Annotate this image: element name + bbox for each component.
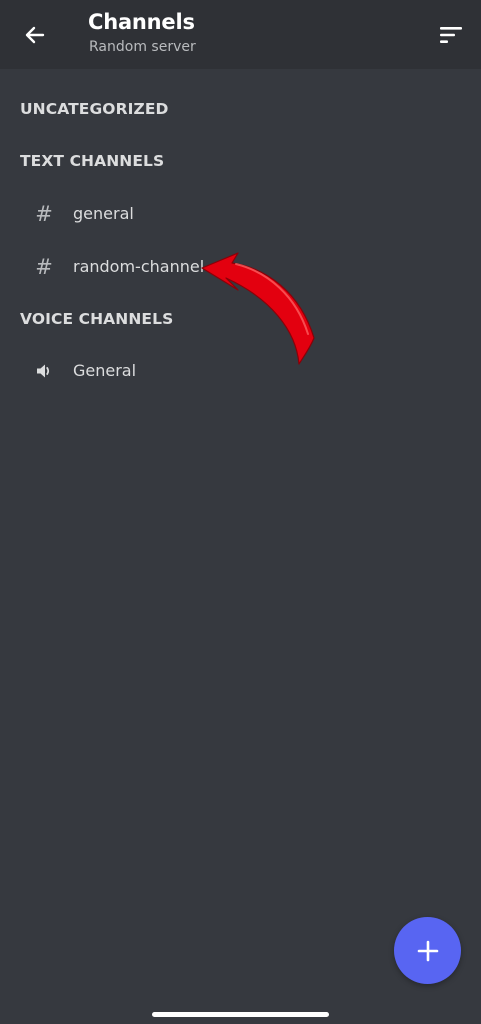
arrow-left-icon — [25, 26, 45, 44]
category-text-channels[interactable]: TEXT CHANNELS — [20, 152, 164, 170]
channel-label: random-channel — [73, 257, 205, 276]
page-title: Channels — [88, 10, 195, 34]
sort-button[interactable] — [434, 18, 468, 52]
hash-icon: # — [35, 255, 53, 279]
app-header: Channels Random server — [0, 0, 481, 69]
create-channel-button[interactable] — [394, 917, 461, 984]
channel-item-general[interactable]: # general — [20, 194, 461, 234]
back-button[interactable] — [18, 18, 52, 52]
category-voice-channels[interactable]: VOICE CHANNELS — [20, 310, 173, 328]
channel-label: General — [73, 361, 137, 380]
category-uncategorized[interactable]: UNCATEGORIZED — [20, 100, 168, 118]
plus-icon — [417, 940, 438, 961]
home-indicator[interactable] — [152, 1012, 329, 1017]
red-arrow-annotation — [201, 252, 315, 365]
speaker-icon — [33, 359, 55, 383]
hash-icon: # — [35, 202, 53, 226]
sort-icon — [440, 27, 462, 43]
server-name: Random server — [89, 39, 196, 55]
channel-label: general — [73, 204, 134, 223]
